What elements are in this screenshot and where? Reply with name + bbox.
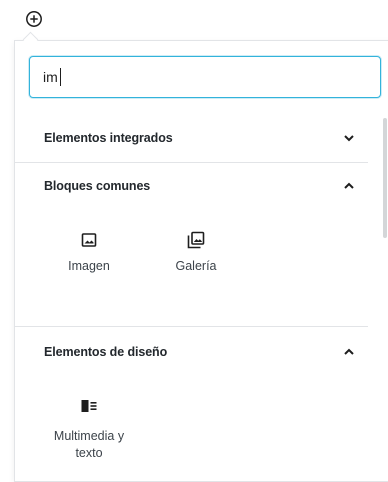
block-label: Multimedia y texto [53,429,125,460]
chevron-up-icon [344,182,354,189]
section-elementos-de-diseno[interactable]: Elementos de diseño [15,330,368,374]
block-label: Imagen [68,259,110,273]
divider [15,326,368,327]
search-input[interactable] [30,57,380,97]
block-label: Galería [175,259,217,273]
section-title: Elementos de diseño [44,345,168,359]
scrollbar-thumb[interactable] [383,118,387,238]
search-field[interactable] [29,56,381,98]
top-toolbar [0,0,388,40]
block-multimedia-y-texto[interactable]: Multimedia y texto [44,398,134,462]
section-title: Bloques comunes [44,179,151,193]
media-text-icon [81,400,97,412]
image-icon [81,233,97,247]
chevron-up-icon [344,348,354,355]
chevron-down-icon [344,135,354,142]
divider [15,162,368,163]
block-imagen[interactable]: Imagen [44,232,134,275]
block-galeria[interactable]: Galería [151,231,241,275]
text-caret [60,68,61,86]
add-block-button[interactable] [23,8,45,30]
plus-circle-icon [26,11,42,27]
gallery-icon [187,231,205,249]
section-bloques-comunes[interactable]: Bloques comunes [15,164,368,208]
section-title: Elementos integrados [44,131,173,145]
section-elementos-integrados[interactable]: Elementos integrados [15,116,368,160]
